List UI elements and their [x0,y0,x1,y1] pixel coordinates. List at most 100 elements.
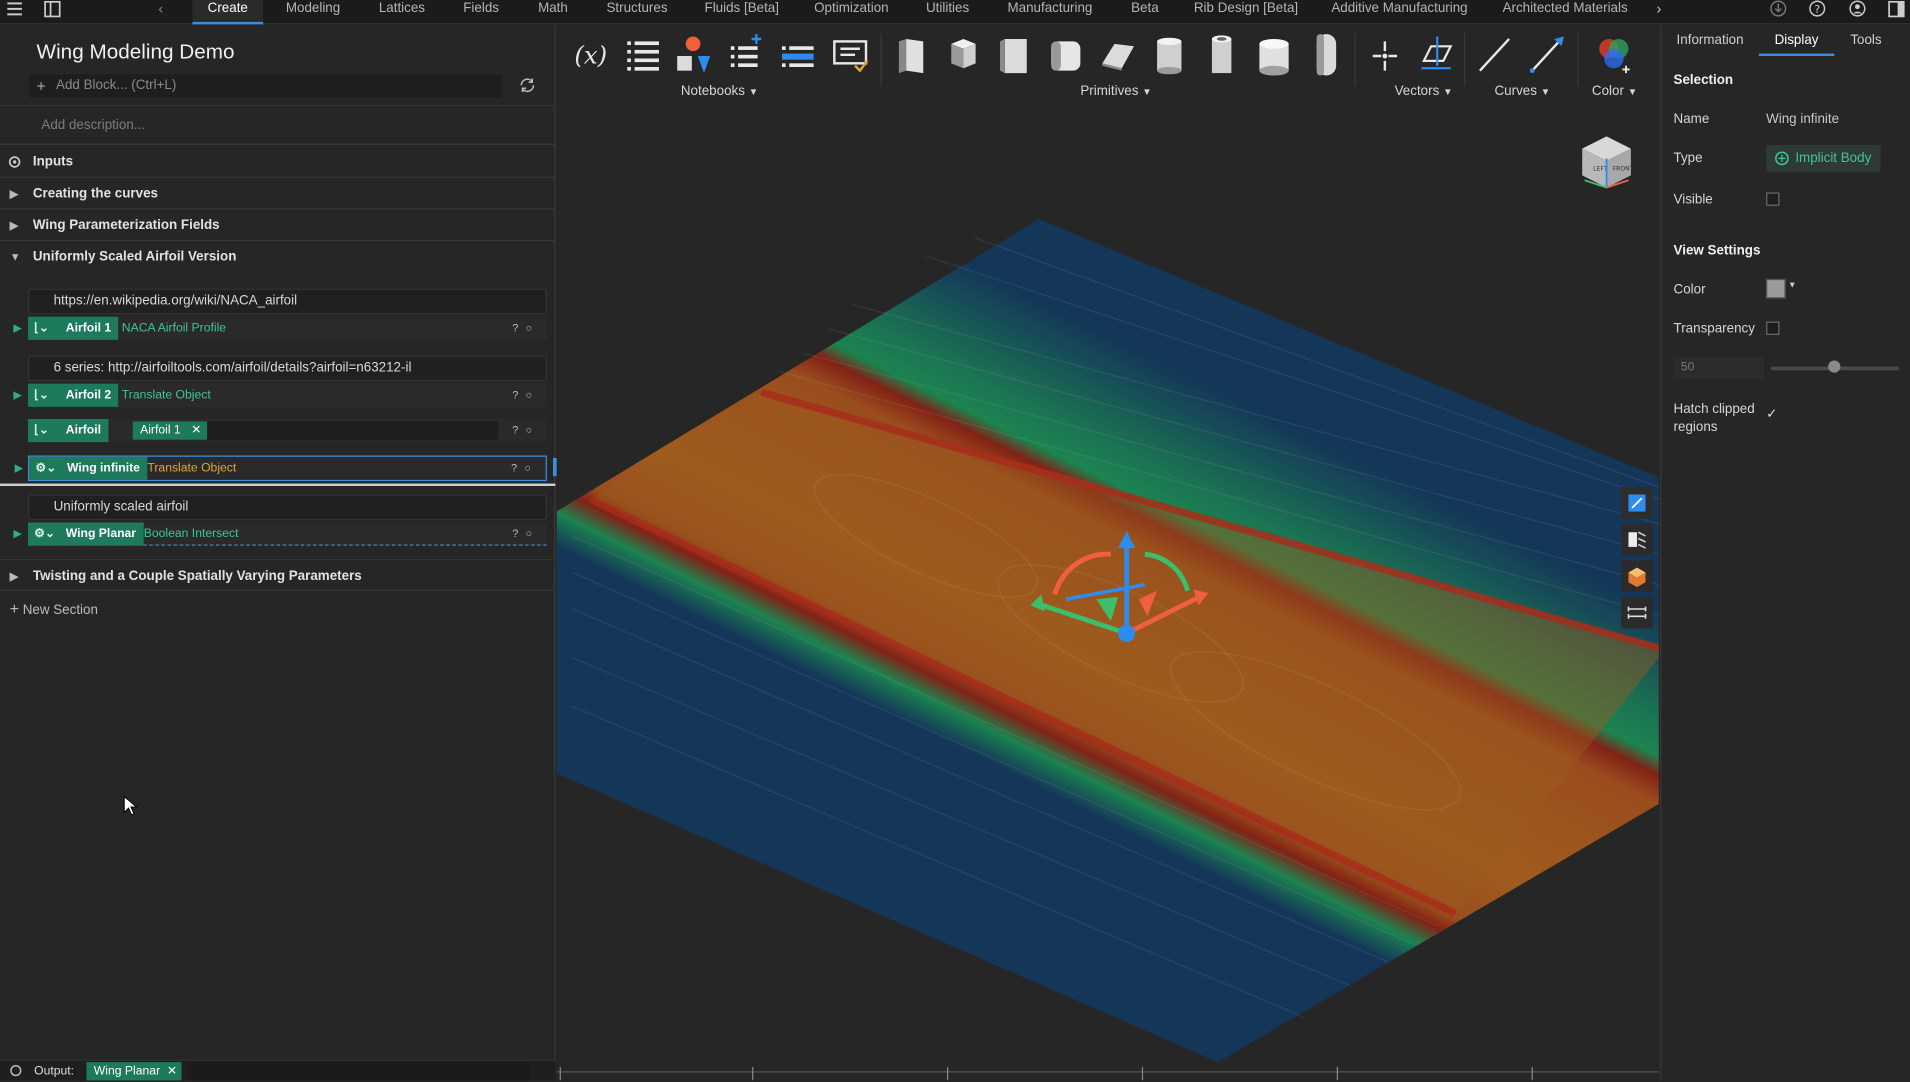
ribbon-group-notebooks[interactable]: Notebooks ▼ [681,84,758,99]
block-controls[interactable]: ?○ [512,384,539,407]
wedge-primitive-icon[interactable] [1097,29,1136,78]
measure-tool[interactable] [1621,596,1653,629]
tab-fluids[interactable]: Fluids [Beta] [700,0,783,24]
block-name[interactable]: ⚙⌄ Wing infinite [29,456,148,480]
caret-right-icon[interactable]: ▶ [13,317,21,340]
sync-icon[interactable] [518,76,537,95]
chip-airfoil-1[interactable]: Airfoil 1 ✕ [132,421,208,440]
3d-viewport[interactable] [556,25,1659,1081]
add-list-icon[interactable] [727,29,766,78]
block-airfoil[interactable]: ⌊⌄ Airfoil Airfoil 1 ✕ ?○ [28,418,547,443]
block-name[interactable]: ⌊⌄ Airfoil 1 [28,316,119,340]
cube-primitive-icon[interactable] [944,29,983,78]
transparency-value-input[interactable]: 50 [1673,356,1764,379]
tab-create[interactable]: Create [192,0,264,25]
tab-display[interactable]: Display [1758,26,1835,57]
color-dropdown-icon[interactable]: ▼ [1788,281,1796,290]
point-icon[interactable] [1365,29,1404,78]
tab-tools[interactable]: Tools [1839,26,1893,56]
transparency-slider-thumb[interactable] [1828,360,1841,373]
slab-primitive-icon[interactable] [995,29,1034,78]
text-cell-uniformly-scaled[interactable]: Uniformly scaled airfoil [28,494,547,521]
ribbon-group-color[interactable]: Color ▼ [1592,84,1637,99]
shapes-icon[interactable] [674,29,713,78]
hamburger-menu-icon[interactable] [5,0,24,19]
ribbon-group-curves[interactable]: Curves ▼ [1494,84,1550,99]
output-chip[interactable]: Wing Planar ✕ [86,1062,183,1081]
block-name[interactable]: ⌊⌄ Airfoil [28,418,109,443]
color-wheel-icon[interactable] [1594,29,1633,78]
block-name[interactable]: ⚙⌄ Wing Planar [28,522,144,546]
line-icon[interactable] [1475,29,1514,78]
visible-checkbox[interactable] [1766,192,1780,206]
ribbon-group-vectors[interactable]: Vectors ▼ [1395,84,1453,99]
caret-right-icon[interactable]: ▶ [13,523,21,546]
nav-scroll-right-icon[interactable]: › [1656,0,1675,19]
block-operation[interactable]: Translate Object [147,457,236,480]
block-controls[interactable]: ?○ [511,457,538,480]
caret-right-icon[interactable]: ▶ [13,384,21,407]
tab-modeling[interactable]: Modeling [278,0,349,24]
tab-math[interactable]: Math [529,0,578,24]
notebook-title[interactable]: Wing Modeling Demo [37,40,235,64]
tab-utilities[interactable]: Utilities [918,0,976,24]
plane-icon[interactable] [1417,29,1456,78]
ribbon-group-primitives[interactable]: Primitives ▼ [1080,84,1151,99]
tab-information[interactable]: Information [1666,26,1754,56]
tab-structures[interactable]: Structures [602,0,673,24]
caret-right-icon[interactable]: ▶ [15,457,23,480]
box-primitive-icon[interactable] [892,29,931,78]
color-swatch[interactable] [1766,278,1786,299]
section-creating-curves[interactable]: ▶ Creating the curves [0,178,556,210]
transparency-checkbox[interactable] [1766,321,1780,335]
tube-primitive-icon[interactable] [1202,29,1241,78]
render-mode-tool[interactable] [1621,560,1653,592]
cylinder-primitive-icon[interactable] [1150,29,1189,78]
tab-architected-materials[interactable]: Architected Materials [1498,0,1632,24]
block-controls[interactable]: ?○ [512,523,539,546]
rounded-box-primitive-icon[interactable] [1046,29,1085,78]
variable-icon[interactable]: (x) [571,29,610,78]
sidebar-toggle-icon[interactable] [43,0,62,19]
cylinder-wide-primitive-icon[interactable] [1255,29,1294,78]
close-icon[interactable]: ✕ [191,421,201,439]
capsule-primitive-icon[interactable] [1307,29,1346,78]
section-inputs[interactable]: Inputs [0,146,556,178]
text-cell-6-series-link[interactable]: 6 series: http://airfoiltools.com/airfoi… [28,355,547,382]
help-icon[interactable]: ? [1808,0,1827,19]
close-icon[interactable]: ✕ [167,1062,177,1080]
output-field[interactable] [188,1062,530,1081]
text-cell-naca-link[interactable]: https://en.wikipedia.org/wiki/NACA_airfo… [28,288,547,315]
viewport-edit-tool[interactable] [1621,487,1653,519]
list-highlight-icon[interactable] [778,29,817,78]
notebook-description[interactable]: Add description... [0,104,556,145]
section-uniformly-scaled[interactable]: ▼ Uniformly Scaled Airfoil Version [0,241,555,273]
block-controls[interactable]: ?○ [512,419,539,442]
block-airfoil-2[interactable]: ▶ ⌊⌄ Airfoil 2 Translate Object ?○ [13,383,547,407]
tab-optimization[interactable]: Optimization [809,0,894,24]
report-icon[interactable] [831,29,870,78]
block-airfoil-1[interactable]: ▶ ⌊⌄ Airfoil 1 NACA Airfoil Profile ?○ [13,316,547,340]
tab-lattices[interactable]: Lattices [370,0,433,24]
add-block-input[interactable]: + Add Block... (Ctrl+L) [29,74,502,98]
section-twisting[interactable]: ▶ Twisting and a Couple Spatially Varyin… [0,559,556,591]
section-view-tool[interactable] [1621,523,1653,556]
block-wing-planar[interactable]: ▶ ⚙⌄ Wing Planar Boolean Intersect ?○ [13,522,547,546]
tab-beta[interactable]: Beta [1125,0,1164,24]
view-cube[interactable]: LEFT FRONT [1575,134,1638,192]
section-wing-parameterization[interactable]: ▶ Wing Parameterization Fields [0,209,556,242]
block-operation[interactable]: Boolean Intersect [144,523,239,546]
list-icon[interactable] [624,29,663,78]
block-controls[interactable]: ?○ [512,317,539,340]
hatch-checkbox[interactable]: ✓ [1766,406,1777,422]
block-operation[interactable]: NACA Airfoil Profile [122,317,226,340]
tab-fields[interactable]: Fields [454,0,508,24]
tab-rib-design[interactable]: Rib Design [Beta] [1190,0,1302,24]
block-operation[interactable]: Translate Object [122,384,211,407]
user-account-icon[interactable] [1848,0,1867,19]
panel-toggle-icon[interactable] [1887,0,1906,19]
vector-arrow-icon[interactable] [1527,29,1566,78]
tab-additive-manufacturing[interactable]: Additive Manufacturing [1328,0,1472,24]
download-icon[interactable] [1769,0,1788,19]
nav-scroll-left-icon[interactable]: ‹ [158,0,177,19]
